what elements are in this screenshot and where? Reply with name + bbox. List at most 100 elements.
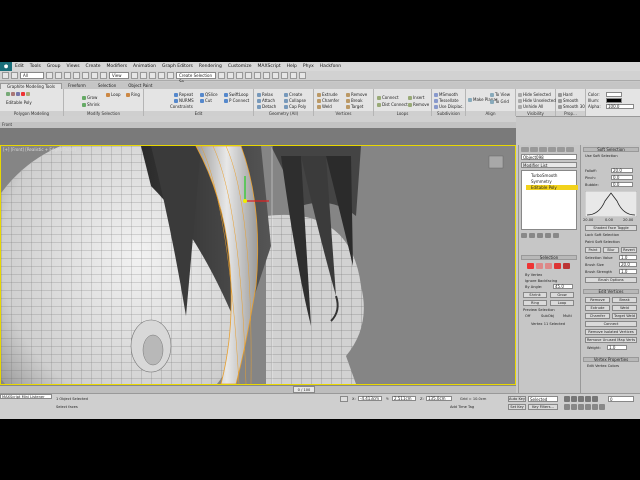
set-key-button[interactable]: Set Key — [508, 404, 526, 410]
cap-poly-button[interactable]: Cap Poly — [284, 104, 306, 109]
connect-button[interactable]: Connect — [377, 95, 399, 100]
modifier-list-dropdown[interactable]: Modifier List — [521, 162, 577, 168]
menu-group[interactable]: Group — [44, 64, 64, 69]
prev-frame-icon[interactable] — [571, 396, 577, 402]
pin-stack-icon[interactable] — [521, 233, 527, 238]
display-tab-icon[interactable] — [557, 147, 565, 152]
qslice-button[interactable]: QSlice — [200, 92, 218, 97]
remove-button[interactable]: Remove — [346, 92, 367, 97]
hide-selected-button[interactable]: Hide Selected — [518, 92, 551, 97]
spinner-snap-icon[interactable] — [167, 72, 174, 79]
polygon-subobj-icon[interactable] — [554, 263, 561, 269]
ev-remove-isolated-button[interactable]: Remove Isolated Vertices — [585, 329, 637, 335]
viewport-front[interactable]: [+] [Front] [Realistic + Edged Faces] — [0, 145, 516, 385]
menu-views[interactable]: Views — [64, 64, 83, 69]
go-to-start-icon[interactable] — [564, 396, 570, 402]
target-button[interactable]: Target — [346, 104, 363, 109]
percent-snap-icon[interactable] — [158, 72, 165, 79]
weight-field[interactable]: 1.0 — [607, 345, 627, 350]
grow-button[interactable]: Grow — [82, 95, 97, 100]
ring-button[interactable]: Ring — [126, 92, 140, 97]
y-coord-field[interactable]: 2.511cm — [392, 396, 416, 401]
insert-button[interactable]: Insert — [408, 95, 424, 100]
rect-selection-icon[interactable] — [64, 72, 71, 79]
align-icon[interactable] — [227, 72, 234, 79]
x-coord-field[interactable]: -4.413cm — [358, 396, 382, 401]
ev-target-weld-button[interactable]: Target Weld — [612, 313, 637, 319]
vertex-subobj-icon[interactable] — [527, 263, 534, 269]
grow-button[interactable]: Grow — [550, 292, 574, 298]
stack-item-symmetry[interactable]: Symmetry — [526, 179, 578, 184]
ev-remove-unused-map-button[interactable]: Remove Unused Map Verts — [585, 337, 637, 343]
stack-item-editable-poly[interactable]: Editable Poly — [526, 185, 578, 190]
chamfer-button[interactable]: Chamfer — [317, 98, 339, 103]
current-frame-field[interactable]: 0 — [608, 396, 634, 402]
revert-button[interactable]: Revert — [621, 247, 637, 253]
cut-button[interactable]: Cut — [200, 98, 212, 103]
collapse-button[interactable]: Collapse — [284, 98, 306, 103]
subobj-icons[interactable] — [6, 92, 30, 96]
dist-connect-button[interactable]: Dist Connect — [377, 102, 408, 107]
loop-button[interactable]: Loop — [550, 300, 574, 306]
maxscript-listener[interactable]: MAXScript Mini Listener — [0, 394, 52, 399]
menu-customize[interactable]: Customize — [225, 64, 255, 69]
ev-weld-button[interactable]: Weld — [612, 305, 637, 311]
paint-button[interactable]: Paint — [585, 247, 601, 253]
viewport-name-label[interactable]: Front — [2, 122, 12, 127]
material-editor-icon[interactable] — [272, 72, 279, 79]
menu-edit[interactable]: Edit — [12, 64, 27, 69]
by-vertex-checkbox[interactable]: By Vertex — [525, 273, 542, 277]
shaded-face-toggle-button[interactable]: Shaded Face Toggle — [585, 225, 637, 231]
rotate-icon[interactable] — [91, 72, 98, 79]
ev-chamfer-button[interactable]: Chamfer — [585, 313, 610, 319]
menu-tools[interactable]: Tools — [27, 64, 44, 69]
named-selection-dropdown[interactable]: Create Selection Se — [176, 72, 216, 84]
motion-tab-icon[interactable] — [548, 147, 556, 152]
menu-graph-editors[interactable]: Graph Editors — [159, 64, 196, 69]
msmooth-button[interactable]: MSmooth — [434, 92, 458, 97]
menu-maxscript[interactable]: MAXScript — [255, 64, 284, 69]
tab-object-paint[interactable]: Object Paint — [122, 83, 158, 88]
by-angle-checkbox[interactable]: By Angle: — [525, 285, 542, 289]
mirror-icon[interactable] — [218, 72, 225, 79]
use-soft-selection-checkbox[interactable]: Use Soft Selection — [585, 154, 618, 158]
edge-subobj-icon[interactable] — [536, 263, 543, 269]
zoom-icon[interactable] — [564, 404, 570, 410]
relax-button[interactable]: Relax — [257, 92, 273, 97]
ev-extrude-button[interactable]: Extrude — [585, 305, 610, 311]
zoom-extents-icon[interactable] — [578, 404, 584, 410]
ev-connect-button[interactable]: Connect — [585, 321, 637, 327]
hard-button[interactable]: Hard — [558, 92, 573, 97]
create-button[interactable]: Create — [284, 92, 302, 97]
play-icon[interactable] — [578, 396, 584, 402]
menu-help[interactable]: Help — [284, 64, 300, 69]
make-unique-icon[interactable] — [537, 233, 543, 238]
select-by-name-icon[interactable] — [55, 72, 62, 79]
menu-animation[interactable]: Animation — [130, 64, 159, 69]
menu-modifiers[interactable]: Modifiers — [104, 64, 131, 69]
border-mode-icon[interactable] — [16, 92, 20, 96]
editable-poly-button[interactable]: Editable Poly — [6, 100, 32, 105]
object-name-field[interactable]: Object098 — [521, 154, 577, 160]
selection-value-field[interactable]: 1.0 — [619, 255, 637, 260]
color-swatch[interactable] — [606, 92, 622, 97]
menu-hackfonn[interactable]: Hackfonn — [317, 64, 344, 69]
tab-freeform[interactable]: Freeform — [62, 83, 92, 88]
snap-icon[interactable] — [140, 72, 147, 79]
render-frame-icon[interactable] — [290, 72, 297, 79]
swiftloop-button[interactable]: SwiftLoop — [224, 92, 248, 97]
break-button[interactable]: Break — [346, 98, 363, 103]
pconnect-button[interactable]: P Connect — [224, 98, 249, 103]
key-filters-button[interactable]: Key Filters... — [528, 404, 558, 410]
vertex-properties-title[interactable]: Vertex Properties — [583, 357, 639, 362]
render-icon[interactable] — [299, 72, 306, 79]
viewcube-icon[interactable] — [488, 155, 504, 169]
nurms-button[interactable]: NURMS — [174, 98, 194, 103]
redo-icon[interactable] — [11, 72, 18, 79]
to-view-button[interactable]: To View — [490, 92, 510, 97]
menu-rendering[interactable]: Rendering — [196, 64, 225, 69]
shrink-button[interactable]: Shrink — [82, 102, 100, 107]
to-grid-button[interactable]: To Grid — [490, 99, 509, 104]
falloff-field[interactable]: 20.0 — [611, 168, 633, 173]
app-logo-icon[interactable]: ⬢ — [0, 62, 12, 71]
